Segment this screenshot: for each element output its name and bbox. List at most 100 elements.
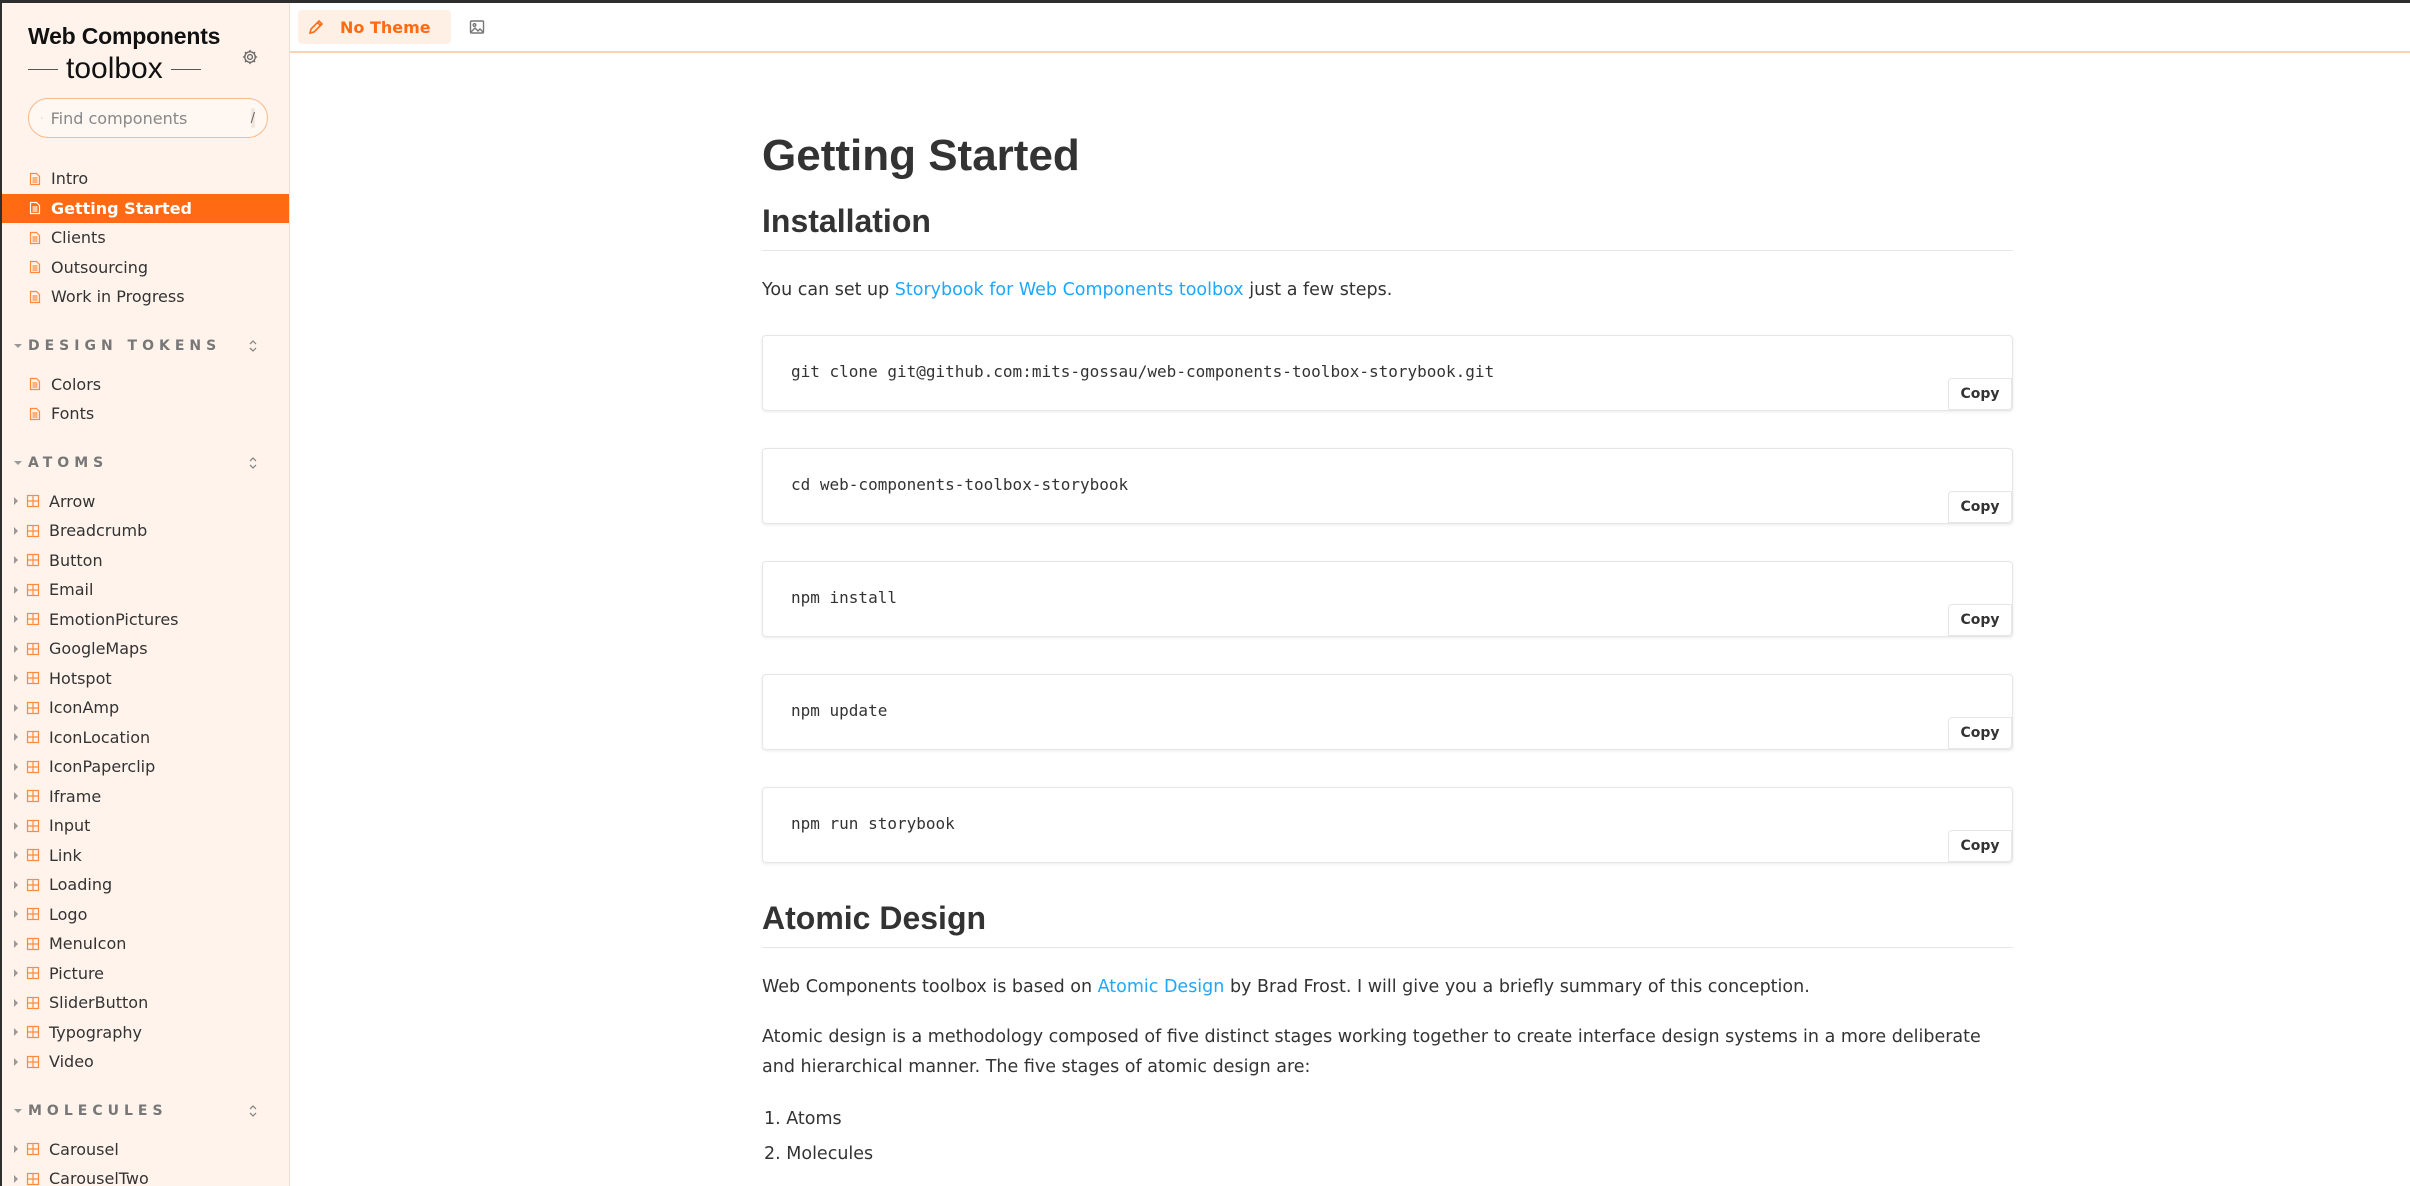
copy-button[interactable]: Copy xyxy=(1948,604,2012,636)
background-image-button[interactable] xyxy=(463,13,491,41)
document-icon xyxy=(29,202,41,215)
atomic-text-before: Web Components toolbox is based on xyxy=(762,977,1098,997)
chevron-right-icon xyxy=(14,703,18,712)
sidebar-item-iconlocation[interactable]: IconLocation xyxy=(2,723,289,753)
document-icon xyxy=(29,231,41,244)
sidebar-item-label: IconAmp xyxy=(49,698,120,718)
app-window: Web Components toolbox / Intro Getting St… xyxy=(2,3,2410,1186)
component-icon xyxy=(26,819,40,832)
section-header-molecules[interactable]: MOLECULES xyxy=(2,1087,289,1135)
code-command: npm update xyxy=(791,701,888,720)
sidebar-item-sliderbutton[interactable]: SliderButton xyxy=(2,988,289,1018)
sidebar-item-input[interactable]: Input xyxy=(2,811,289,841)
atomic-intro: Web Components toolbox is based on Atomi… xyxy=(762,972,2013,1002)
chevron-right-icon xyxy=(14,762,18,771)
chevron-down-icon xyxy=(14,460,22,465)
gear-icon xyxy=(242,49,258,65)
sidebar-item-label: Getting Started xyxy=(51,198,192,218)
section-header-design-tokens[interactable]: DESIGN TOKENS xyxy=(2,322,289,370)
chevron-right-icon xyxy=(14,585,18,594)
sidebar-item-label: Picture xyxy=(49,963,105,983)
sidebar-item-link[interactable]: Link xyxy=(2,841,289,871)
code-command: npm install xyxy=(791,588,897,607)
component-icon xyxy=(26,967,40,980)
sidebar-item-iconamp[interactable]: IconAmp xyxy=(2,693,289,723)
copy-button[interactable]: Copy xyxy=(1948,378,2012,410)
component-icon xyxy=(26,613,40,626)
chevron-right-icon xyxy=(14,792,18,801)
sidebar-item-clients[interactable]: Clients xyxy=(2,223,289,253)
sidebar-item-label: Colors xyxy=(51,374,102,394)
sidebar-item-label: Button xyxy=(49,550,103,570)
chevron-right-icon xyxy=(14,526,18,535)
atomic-design-heading: Atomic Design xyxy=(762,900,2013,948)
chevron-right-icon xyxy=(14,1174,18,1183)
sidebar-item-hotspot[interactable]: Hotspot xyxy=(2,664,289,694)
sidebar-item-menuicon[interactable]: MenuIcon xyxy=(2,929,289,959)
search-field[interactable]: / xyxy=(28,98,268,138)
copy-button[interactable]: Copy xyxy=(1948,717,2012,749)
sidebar-item-label: Arrow xyxy=(49,491,96,511)
chevron-down-icon xyxy=(14,1108,22,1113)
sidebar-item-fonts[interactable]: Fonts xyxy=(2,399,289,429)
sidebar-item-typography[interactable]: Typography xyxy=(2,1018,289,1048)
sidebar-item-picture[interactable]: Picture xyxy=(2,959,289,989)
sidebar-item-iframe[interactable]: Iframe xyxy=(2,782,289,812)
component-icon xyxy=(26,760,40,773)
document-icon xyxy=(29,261,41,274)
sidebar-item-label: GoogleMaps xyxy=(49,639,148,659)
chevron-right-icon xyxy=(14,1057,18,1066)
brand-subtitle: toolbox xyxy=(66,52,163,85)
storybook-link[interactable]: Storybook for Web Components toolbox xyxy=(895,280,1244,300)
sidebar-item-carouseltwo[interactable]: CarouselTwo xyxy=(2,1164,289,1186)
sidebar-item-email[interactable]: Email xyxy=(2,575,289,605)
sidebar-item-label: Clients xyxy=(51,228,106,248)
sidebar-item-arrow[interactable]: Arrow xyxy=(2,487,289,517)
atomic-design-link[interactable]: Atomic Design xyxy=(1098,977,1225,997)
copy-button[interactable]: Copy xyxy=(1948,830,2012,862)
section-title: ATOMS xyxy=(28,454,109,471)
component-icon xyxy=(26,524,40,537)
component-icon xyxy=(26,672,40,685)
sidebar-item-carousel[interactable]: Carousel xyxy=(2,1135,289,1165)
sidebar-item-outsourcing[interactable]: Outsourcing xyxy=(2,253,289,283)
sidebar-item-video[interactable]: Video xyxy=(2,1047,289,1077)
sidebar-item-label: CarouselTwo xyxy=(49,1169,149,1186)
sidebar-item-work-in-progress[interactable]: Work in Progress xyxy=(2,282,289,312)
list-item: 1. Atoms xyxy=(764,1109,842,1129)
chevron-right-icon xyxy=(14,497,18,506)
sidebar-item-intro[interactable]: Intro xyxy=(2,164,289,194)
brand-logo[interactable]: Web Components toolbox xyxy=(28,23,220,86)
main-panel: No Theme Getting Started Installation Yo… xyxy=(290,3,2410,1186)
sidebar-item-getting-started[interactable]: Getting Started xyxy=(2,193,289,223)
sidebar-item-loading[interactable]: Loading xyxy=(2,870,289,900)
brand-dash-right xyxy=(170,68,201,70)
sidebar-item-label: Fonts xyxy=(51,404,95,424)
sidebar-item-label: Loading xyxy=(49,875,113,895)
sidebar-item-iconpaperclip[interactable]: IconPaperclip xyxy=(2,752,289,782)
sidebar-item-emotionpictures[interactable]: EmotionPictures xyxy=(2,605,289,635)
sidebar-item-googlemaps[interactable]: GoogleMaps xyxy=(2,634,289,664)
sidebar-item-breadcrumb[interactable]: Breadcrumb xyxy=(2,516,289,546)
brand-dash-left xyxy=(28,68,58,70)
brand-title: Web Components xyxy=(28,23,221,49)
sidebar-item-label: Hotspot xyxy=(49,668,112,688)
sidebar-item-label: SliderButton xyxy=(49,993,149,1013)
component-icon xyxy=(26,878,40,891)
search-input[interactable] xyxy=(50,108,251,128)
pencil-icon xyxy=(308,19,324,35)
settings-button[interactable] xyxy=(236,43,264,71)
chevron-right-icon xyxy=(14,733,18,742)
chevron-right-icon xyxy=(14,939,18,948)
sidebar-item-colors[interactable]: Colors xyxy=(2,370,289,400)
sidebar: Web Components toolbox / Intro Getting St… xyxy=(2,3,290,1186)
sidebar-item-button[interactable]: Button xyxy=(2,546,289,576)
component-icon xyxy=(26,937,40,950)
theme-selector-button[interactable]: No Theme xyxy=(298,10,451,44)
expand-collapse-icon xyxy=(249,456,257,469)
sidebar-item-logo[interactable]: Logo xyxy=(2,900,289,930)
component-icon xyxy=(26,1055,40,1068)
copy-button[interactable]: Copy xyxy=(1948,491,2012,523)
section-header-atoms[interactable]: ATOMS xyxy=(2,439,289,487)
chevron-right-icon xyxy=(14,615,18,624)
